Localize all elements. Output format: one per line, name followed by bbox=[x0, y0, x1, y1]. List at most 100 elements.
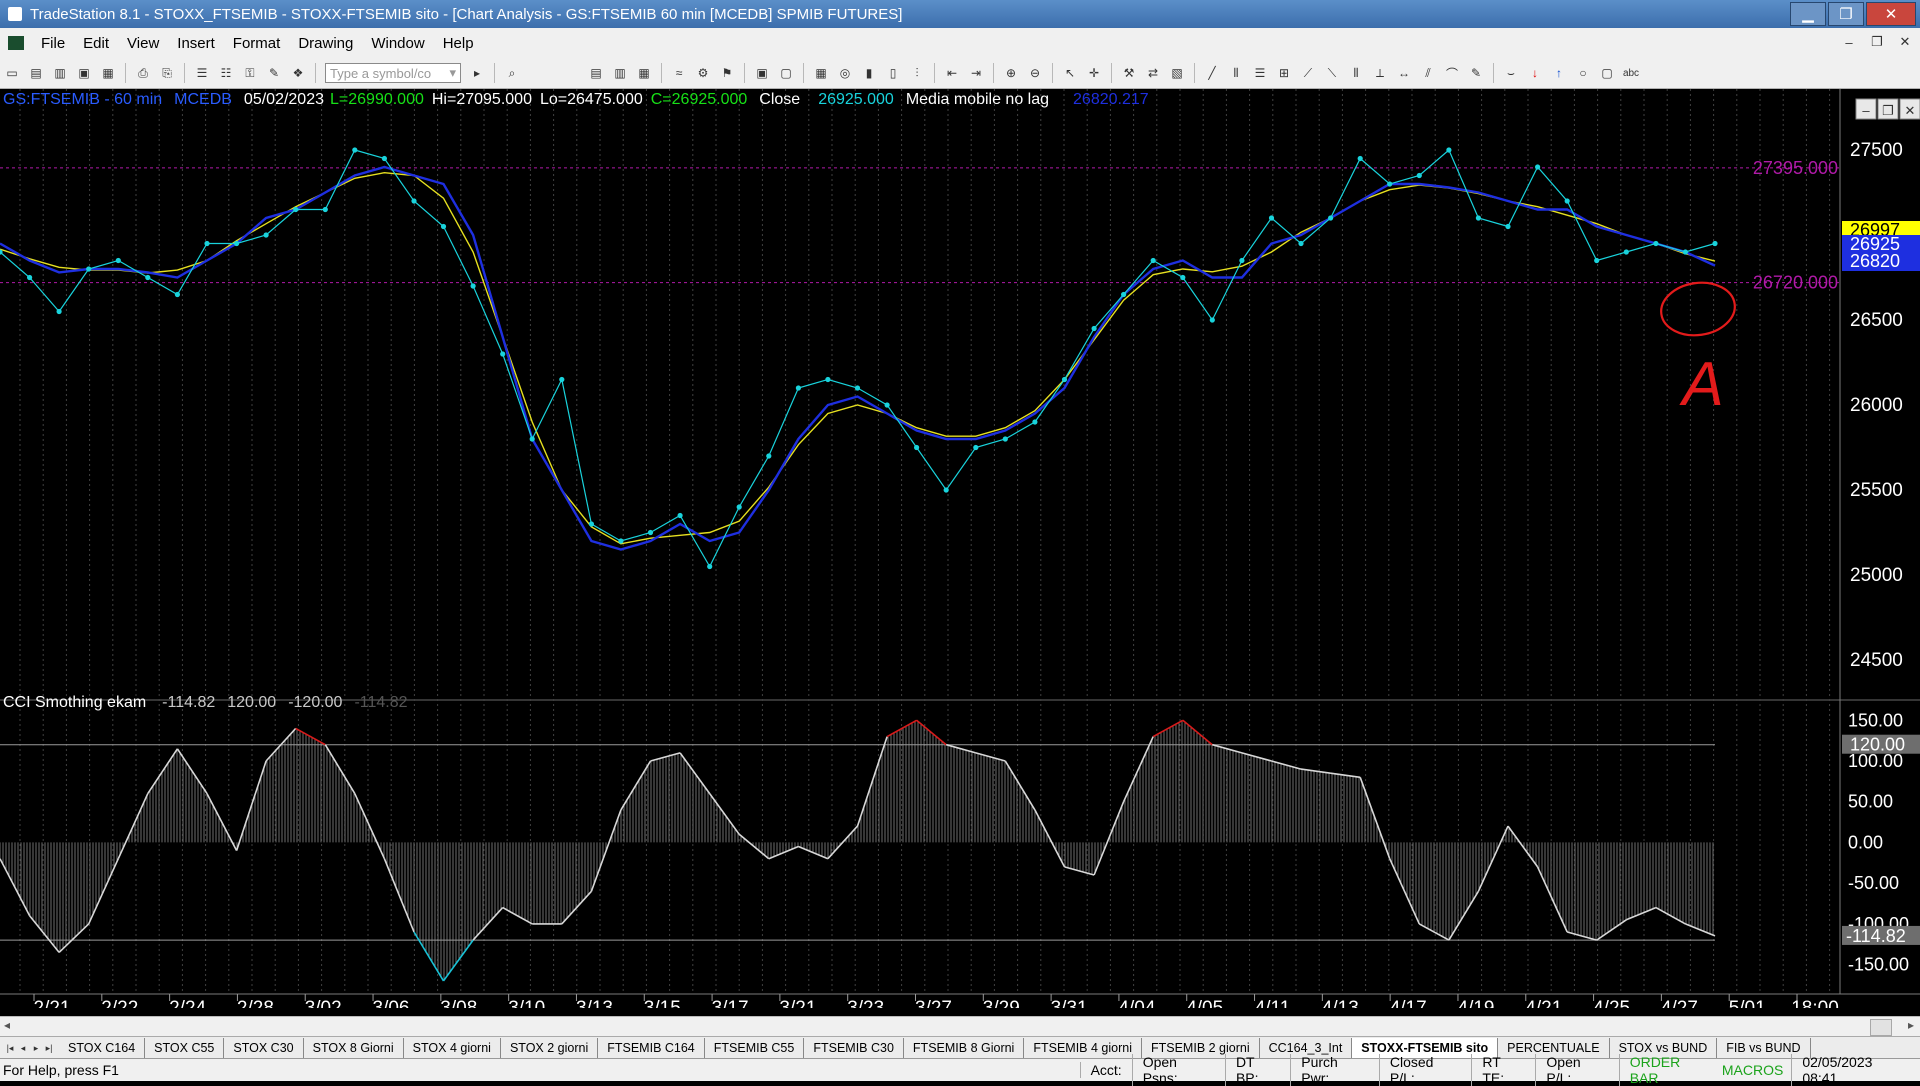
matrix-icon[interactable]: ▦ bbox=[811, 63, 831, 83]
workspace-tab[interactable]: FTSEMIB C30 bbox=[804, 1038, 904, 1058]
horizontal-lines-icon[interactable]: ☰ bbox=[1250, 63, 1270, 83]
save-icon[interactable]: ▣ bbox=[74, 63, 94, 83]
chart-restore-icon[interactable]: ❐ bbox=[1882, 103, 1894, 118]
mdi-restore-button[interactable]: ❐ bbox=[1866, 32, 1888, 52]
arrow-up-icon[interactable]: ↑ bbox=[1549, 63, 1569, 83]
pointer-icon[interactable]: ↖ bbox=[1060, 63, 1080, 83]
close-button[interactable]: ✕ bbox=[1866, 2, 1916, 26]
tools-icon[interactable]: ⚒ bbox=[1119, 63, 1139, 83]
scrollbar-thumb[interactable] bbox=[1870, 1019, 1892, 1036]
macros-button[interactable]: MACROS bbox=[1722, 1062, 1791, 1078]
symbol-input[interactable]: Type a symbol/co ▾ bbox=[325, 63, 461, 83]
order-bar-button[interactable]: ORDER BAR bbox=[1618, 1054, 1722, 1086]
workspace-tab[interactable]: STOX 8 Giorni bbox=[304, 1038, 404, 1058]
channel-icon[interactable]: ⫽ bbox=[1418, 63, 1438, 83]
menu-edit[interactable]: Edit bbox=[74, 35, 118, 52]
arrow-line-icon[interactable]: ↔ bbox=[1394, 63, 1414, 83]
fibonacci-icon[interactable]: ⊞ bbox=[1274, 63, 1294, 83]
color-palette-icon[interactable]: ❖ bbox=[288, 63, 308, 83]
radar-screen-icon[interactable]: ▢ bbox=[776, 63, 796, 83]
gann-fan-icon[interactable]: ⟍ bbox=[1322, 63, 1342, 83]
price-scale[interactable]: 2750027000265002600025500250002450026997… bbox=[1842, 140, 1920, 671]
crosshair-icon[interactable]: ✛ bbox=[1084, 63, 1104, 83]
print-preview-icon[interactable]: ⎘ bbox=[157, 63, 177, 83]
open-folder-icon[interactable]: ▤ bbox=[26, 63, 46, 83]
data-window-icon[interactable]: ▤ bbox=[586, 63, 606, 83]
lock-icon[interactable]: ⚿ bbox=[240, 63, 260, 83]
tab-next-icon[interactable]: ▸ bbox=[30, 1041, 42, 1055]
rectangle-icon[interactable]: ▢ bbox=[1597, 63, 1617, 83]
trendline-icon[interactable]: ╱ bbox=[1202, 63, 1222, 83]
arrow-right-icon[interactable]: ▸ bbox=[467, 63, 487, 83]
speed-lines-icon[interactable]: ⟋ bbox=[1298, 63, 1318, 83]
candle-icon[interactable]: ▯ bbox=[883, 63, 903, 83]
ohlc-icon[interactable]: ⫶ bbox=[907, 63, 927, 83]
order-icon[interactable]: ⇄ bbox=[1143, 63, 1163, 83]
new-file-icon[interactable]: ▭ bbox=[2, 63, 22, 83]
chart-close-icon[interactable]: ✕ bbox=[1905, 103, 1916, 118]
window-tile-icon[interactable]: ☷ bbox=[216, 63, 236, 83]
menu-view[interactable]: View bbox=[118, 35, 168, 52]
minimize-button[interactable]: ▁ bbox=[1790, 2, 1826, 26]
expand-icon[interactable]: ⇥ bbox=[966, 63, 986, 83]
regression-icon[interactable]: ⟂ bbox=[1370, 63, 1390, 83]
workspace-tab[interactable]: FTSEMIB C55 bbox=[705, 1038, 805, 1058]
indicator-scale[interactable]: 150.00100.0050.000.00-50.00-100.00-150.0… bbox=[1842, 710, 1920, 975]
workspace-tab[interactable]: STOX C55 bbox=[145, 1038, 225, 1058]
workspace-tab[interactable]: STOX 2 giorni bbox=[501, 1038, 599, 1058]
alert-icon[interactable]: ▧ bbox=[1167, 63, 1187, 83]
menu-window[interactable]: Window bbox=[362, 35, 433, 52]
tab-prev-icon[interactable]: ◂ bbox=[17, 1041, 29, 1055]
cci-indicator-panel[interactable] bbox=[0, 719, 1716, 982]
arrow-down-icon[interactable]: ↓ bbox=[1525, 63, 1545, 83]
ellipse-icon[interactable]: ○ bbox=[1573, 63, 1593, 83]
symbol-lookup-icon[interactable]: ⌕ bbox=[502, 63, 522, 83]
pen-icon[interactable]: ✎ bbox=[1466, 63, 1486, 83]
mdi-close-button[interactable]: ✕ bbox=[1894, 32, 1916, 52]
workspace-tab[interactable]: FTSEMIB C164 bbox=[598, 1038, 705, 1058]
chart-minimize-icon[interactable]: – bbox=[1862, 103, 1870, 118]
status-line-icon[interactable]: ▥ bbox=[610, 63, 630, 83]
workspace-tab[interactable]: FTSEMIB 8 Giorni bbox=[904, 1038, 1025, 1058]
horizontal-scrollbar[interactable]: ◂ ▸ bbox=[0, 1016, 1920, 1037]
indicator-icon[interactable]: ≈ bbox=[669, 63, 689, 83]
zoom-in-icon[interactable]: ⊕ bbox=[1001, 63, 1021, 83]
arc-icon[interactable]: ⌒ bbox=[1442, 63, 1462, 83]
scroll-left-icon[interactable]: ◂ bbox=[4, 1018, 10, 1032]
print-icon[interactable]: ⎙ bbox=[133, 63, 153, 83]
maximize-button[interactable]: ❐ bbox=[1828, 2, 1864, 26]
time-zones-icon[interactable]: ⦀ bbox=[1346, 63, 1366, 83]
workspace-tab[interactable]: STOX 4 giorni bbox=[404, 1038, 501, 1058]
compress-icon[interactable]: ⇤ bbox=[942, 63, 962, 83]
time-axis[interactable]: 2/21 2/22 2/24 2/28 3/02 3/06 3/08 3/10 3/13 3/15… bbox=[33, 994, 1839, 1019]
mdi-minimize-button[interactable]: – bbox=[1838, 32, 1860, 52]
zoom-out-icon[interactable]: ⊖ bbox=[1025, 63, 1045, 83]
menu-insert[interactable]: Insert bbox=[168, 35, 224, 52]
menu-help[interactable]: Help bbox=[434, 35, 483, 52]
options-icon[interactable]: ◎ bbox=[835, 63, 855, 83]
bar-chart-icon[interactable]: ▮ bbox=[859, 63, 879, 83]
menu-file[interactable]: File bbox=[32, 35, 74, 52]
tab-last-icon[interactable]: ▸| bbox=[43, 1041, 55, 1055]
menu-format[interactable]: Format bbox=[224, 35, 290, 52]
workspace-tab[interactable]: FTSEMIB 4 giorni bbox=[1024, 1038, 1142, 1058]
tab-first-icon[interactable]: |◂ bbox=[4, 1041, 16, 1055]
scroll-right-icon[interactable]: ▸ bbox=[1908, 1018, 1914, 1032]
chart-analysis-icon[interactable]: ▣ bbox=[752, 63, 772, 83]
window-list-icon[interactable]: ☰ bbox=[192, 63, 212, 83]
workspace-tab[interactable]: STOX C30 bbox=[224, 1038, 304, 1058]
format-icon[interactable]: ⚑ bbox=[717, 63, 737, 83]
strategy-icon[interactable]: ⚙ bbox=[693, 63, 713, 83]
open-workspace-icon[interactable]: ▥ bbox=[50, 63, 70, 83]
text-tool-icon[interactable]: abc bbox=[1621, 63, 1641, 83]
save-all-icon[interactable]: ▦ bbox=[98, 63, 118, 83]
vertical-lines-icon[interactable]: ⦀ bbox=[1226, 63, 1246, 83]
menu-drawing[interactable]: Drawing bbox=[289, 35, 362, 52]
workspace-tab[interactable]: STOX C164 bbox=[59, 1038, 146, 1058]
chevron-down-icon[interactable]: ▾ bbox=[449, 65, 456, 81]
close-point bbox=[56, 308, 62, 315]
grid-icon[interactable]: ▦ bbox=[634, 63, 654, 83]
drawing-object-icon[interactable]: ✎ bbox=[264, 63, 284, 83]
price-chart[interactable]: –❐✕ 27395.00026720.000 A 275002700026500… bbox=[0, 89, 1920, 1019]
curve-icon[interactable]: ⌣ bbox=[1501, 63, 1521, 83]
